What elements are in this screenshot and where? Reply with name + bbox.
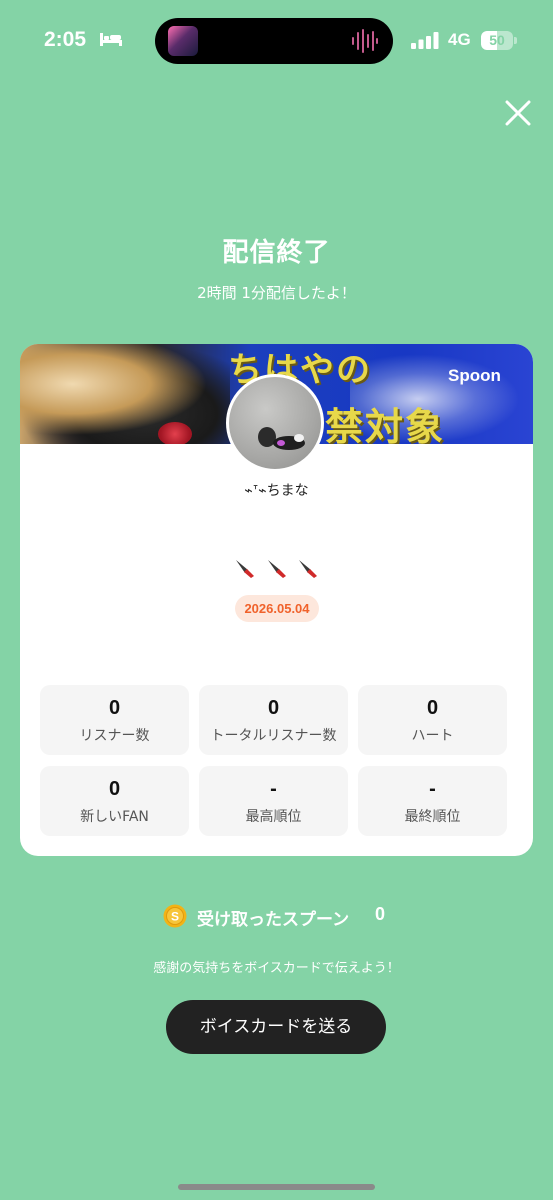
- stat-value: -: [270, 778, 277, 800]
- spoon-coin-icon: S: [163, 904, 187, 928]
- stat-label: 最終順位: [404, 809, 461, 825]
- banner-text-line-2: 禁対象: [325, 405, 446, 444]
- knife-icon: [298, 560, 317, 578]
- banner-character-image: [20, 344, 230, 444]
- knife-icon: [236, 560, 255, 578]
- received-spoons-count: 0: [375, 904, 386, 924]
- received-spoons-label: 受け取ったスプーン: [197, 910, 350, 930]
- stat-label: ハート: [411, 728, 454, 744]
- voice-card-prompt: 感謝の気持ちをボイスカードで伝えよう！: [153, 961, 400, 976]
- battery-icon: 50: [481, 31, 519, 50]
- stat-value: 0: [426, 697, 439, 719]
- avatar-figure: [258, 427, 305, 450]
- signal-icon: [411, 32, 439, 49]
- bed-icon: [100, 33, 122, 46]
- stat-label: 最高順位: [245, 809, 302, 825]
- audio-wave-icon: [352, 29, 378, 53]
- broadcast-date-badge: 2026.05.04: [235, 595, 319, 622]
- avatar[interactable]: [226, 374, 324, 472]
- stat-total-listeners: 0 トータルリスナー数: [199, 685, 348, 755]
- bio-emoji-row: [20, 556, 533, 584]
- stat-final-rank: - 最終順位: [358, 766, 507, 836]
- banner-rose: [158, 422, 192, 444]
- spoon-brand-logo: Spoon: [448, 366, 501, 385]
- home-indicator[interactable]: [178, 1184, 375, 1190]
- dynamic-island[interactable]: [155, 18, 393, 64]
- broadcast-duration: 2時間 1分配信したよ！: [197, 284, 356, 302]
- stat-value: 0: [108, 697, 121, 719]
- send-voice-card-button[interactable]: ボイスカードを送る: [166, 1000, 386, 1054]
- stat-new-fans: 0 新しいFAN: [40, 766, 189, 836]
- stat-label: トータルリスナー数: [210, 728, 337, 744]
- stat-hearts: 0 ハート: [358, 685, 507, 755]
- stat-best-rank: - 最高順位: [199, 766, 348, 836]
- coin-letter: S: [171, 910, 179, 924]
- stat-value: -: [429, 778, 436, 800]
- username: ⌁ᐪ⌁ちまな: [244, 483, 309, 499]
- stat-listeners: 0 リスナー数: [40, 685, 189, 755]
- stat-value: 0: [267, 697, 280, 719]
- broadcast-summary-card: ちはやの 禁対象 Spoon ⌁ᐪ⌁ちまな 2026.05.04 0 リスナー数: [20, 344, 533, 856]
- close-icon[interactable]: [500, 95, 536, 131]
- page-title: 配信終了: [222, 238, 331, 268]
- stat-label: リスナー数: [79, 728, 150, 744]
- send-voice-card-label: ボイスカードを送る: [199, 1017, 353, 1037]
- broadcast-date: 2026.05.04: [244, 601, 310, 616]
- battery-percent: 50: [489, 32, 505, 48]
- stat-value: 0: [108, 778, 121, 800]
- now-playing-thumbnail: [168, 26, 198, 56]
- stat-label: 新しいFAN: [80, 809, 149, 825]
- network-type: 4G: [448, 30, 471, 49]
- knife-icon: [267, 560, 286, 578]
- status-bar: 2:05 4G 50: [0, 0, 553, 82]
- status-time: 2:05: [44, 28, 87, 51]
- received-spoons: S 受け取ったスプーン 0: [0, 900, 553, 932]
